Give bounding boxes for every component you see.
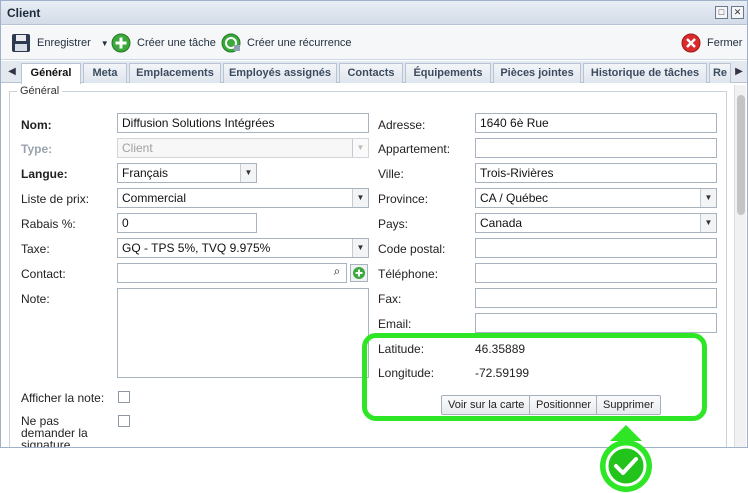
create-task-label: Créer une tâche: [137, 37, 216, 49]
country-value: Canada: [480, 216, 523, 230]
note-label: Note:: [21, 292, 50, 306]
contact-label: Contact:: [21, 267, 66, 281]
pricelist-value: Commercial: [122, 191, 187, 205]
save-label: Enregistrer: [37, 37, 91, 49]
search-icon[interactable]: ⌕: [329, 264, 345, 282]
tab-partial[interactable]: Re: [709, 63, 731, 83]
tax-dropdown-icon[interactable]: ▼: [352, 239, 368, 257]
language-select[interactable]: Français: [117, 163, 257, 183]
checkmark-icon: [600, 440, 652, 492]
tab-bar: ◀ Général Meta Emplacements Employés ass…: [1, 61, 747, 84]
email-label: Email:: [378, 317, 412, 331]
province-dropdown-icon[interactable]: ▼: [700, 189, 716, 207]
window-title: Client: [7, 6, 41, 20]
province-select[interactable]: CA / Québec: [475, 188, 717, 208]
tab-contacts[interactable]: Contacts: [339, 63, 403, 83]
tab-equipements[interactable]: Équipements: [405, 63, 491, 83]
close-button[interactable]: Fermer: [681, 33, 742, 53]
no-signature-checkbox[interactable]: [118, 415, 130, 427]
type-select: Client: [117, 138, 369, 158]
apartment-field[interactable]: [475, 138, 717, 158]
phone-label: Téléphone:: [378, 267, 439, 281]
postal-code-field[interactable]: [475, 238, 717, 258]
language-value: Français: [122, 166, 169, 180]
province-value: CA / Québec: [480, 191, 549, 205]
create-recurrence-button[interactable]: Créer une récurrence: [221, 33, 352, 53]
show-note-label: Afficher la note:: [21, 391, 105, 405]
show-note-checkbox[interactable]: [118, 391, 130, 403]
close-icon: [681, 33, 701, 53]
tab-pieces-jointes[interactable]: Pièces jointes: [493, 63, 581, 83]
city-label: Ville:: [378, 167, 404, 181]
fax-label: Fax:: [378, 292, 402, 306]
tab-scroll-left-icon[interactable]: ◀: [5, 64, 19, 80]
add-task-icon: [111, 33, 131, 53]
pricelist-dropdown-icon[interactable]: ▼: [352, 189, 368, 207]
name-field[interactable]: Diffusion Solutions Intégrées: [117, 113, 369, 133]
title-bar: Client □ ✕: [1, 1, 747, 25]
note-textarea[interactable]: [117, 288, 369, 378]
tax-value: GQ - TPS 5%, TVQ 9.975%: [122, 241, 271, 255]
type-dropdown-icon: ▼: [352, 139, 368, 157]
province-label: Province:: [378, 192, 429, 206]
create-recurrence-label: Créer une récurrence: [247, 37, 352, 49]
add-contact-icon[interactable]: [350, 264, 368, 282]
close-label: Fermer: [707, 37, 743, 49]
contact-field[interactable]: [117, 263, 347, 283]
address-field[interactable]: 1640 6è Rue: [475, 113, 717, 133]
name-label: Nom:: [21, 118, 52, 132]
restore-window-button[interactable]: □: [715, 6, 728, 19]
no-signature-label: Ne pas demander la signature obligatoire…: [21, 414, 88, 448]
tab-scroll-right-icon[interactable]: ▶: [732, 64, 746, 80]
scrollbar-thumb[interactable]: [737, 95, 745, 215]
phone-field[interactable]: [475, 263, 717, 283]
postal-code-label: Code postal:: [378, 242, 446, 256]
type-label: Type:: [21, 142, 53, 156]
chevron-down-icon[interactable]: ▼: [101, 39, 109, 48]
highlight-box: [362, 333, 707, 421]
tax-label: Taxe:: [21, 242, 50, 256]
email-field[interactable]: [475, 313, 717, 333]
tab-employes-assignes[interactable]: Employés assignés: [223, 63, 337, 83]
tab-emplacements[interactable]: Emplacements: [129, 63, 221, 83]
general-legend: Général: [17, 85, 63, 97]
pricelist-label: Liste de prix:: [21, 192, 90, 206]
close-window-button[interactable]: ✕: [731, 6, 744, 19]
country-select[interactable]: Canada: [475, 213, 717, 233]
save-button[interactable]: Enregistrer ▼: [11, 33, 109, 53]
tax-select[interactable]: GQ - TPS 5%, TVQ 9.975%: [117, 238, 369, 258]
create-task-button[interactable]: Créer une tâche: [111, 33, 216, 53]
tab-general[interactable]: Général: [21, 63, 81, 84]
floppy-disk-icon: [12, 34, 30, 52]
discount-field[interactable]: 0: [117, 213, 257, 233]
pricelist-select[interactable]: Commercial: [117, 188, 369, 208]
recurrence-icon: [221, 33, 241, 53]
country-label: Pays:: [378, 217, 409, 231]
tab-historique-taches[interactable]: Historique de tâches: [583, 63, 707, 83]
vertical-scrollbar[interactable]: [734, 85, 746, 447]
language-label: Langue:: [21, 167, 68, 181]
type-value: Client: [122, 141, 153, 155]
address-label: Adresse:: [378, 118, 426, 132]
city-field[interactable]: Trois-Rivières: [475, 163, 717, 183]
tab-meta[interactable]: Meta: [83, 63, 127, 83]
fax-field[interactable]: [475, 288, 717, 308]
discount-label: Rabais %:: [21, 217, 76, 231]
apartment-label: Appartement:: [378, 142, 451, 156]
country-dropdown-icon[interactable]: ▼: [700, 214, 716, 232]
language-dropdown-icon[interactable]: ▼: [240, 164, 256, 182]
toolbar: Enregistrer ▼ Créer une tâche Créer une …: [1, 26, 747, 60]
